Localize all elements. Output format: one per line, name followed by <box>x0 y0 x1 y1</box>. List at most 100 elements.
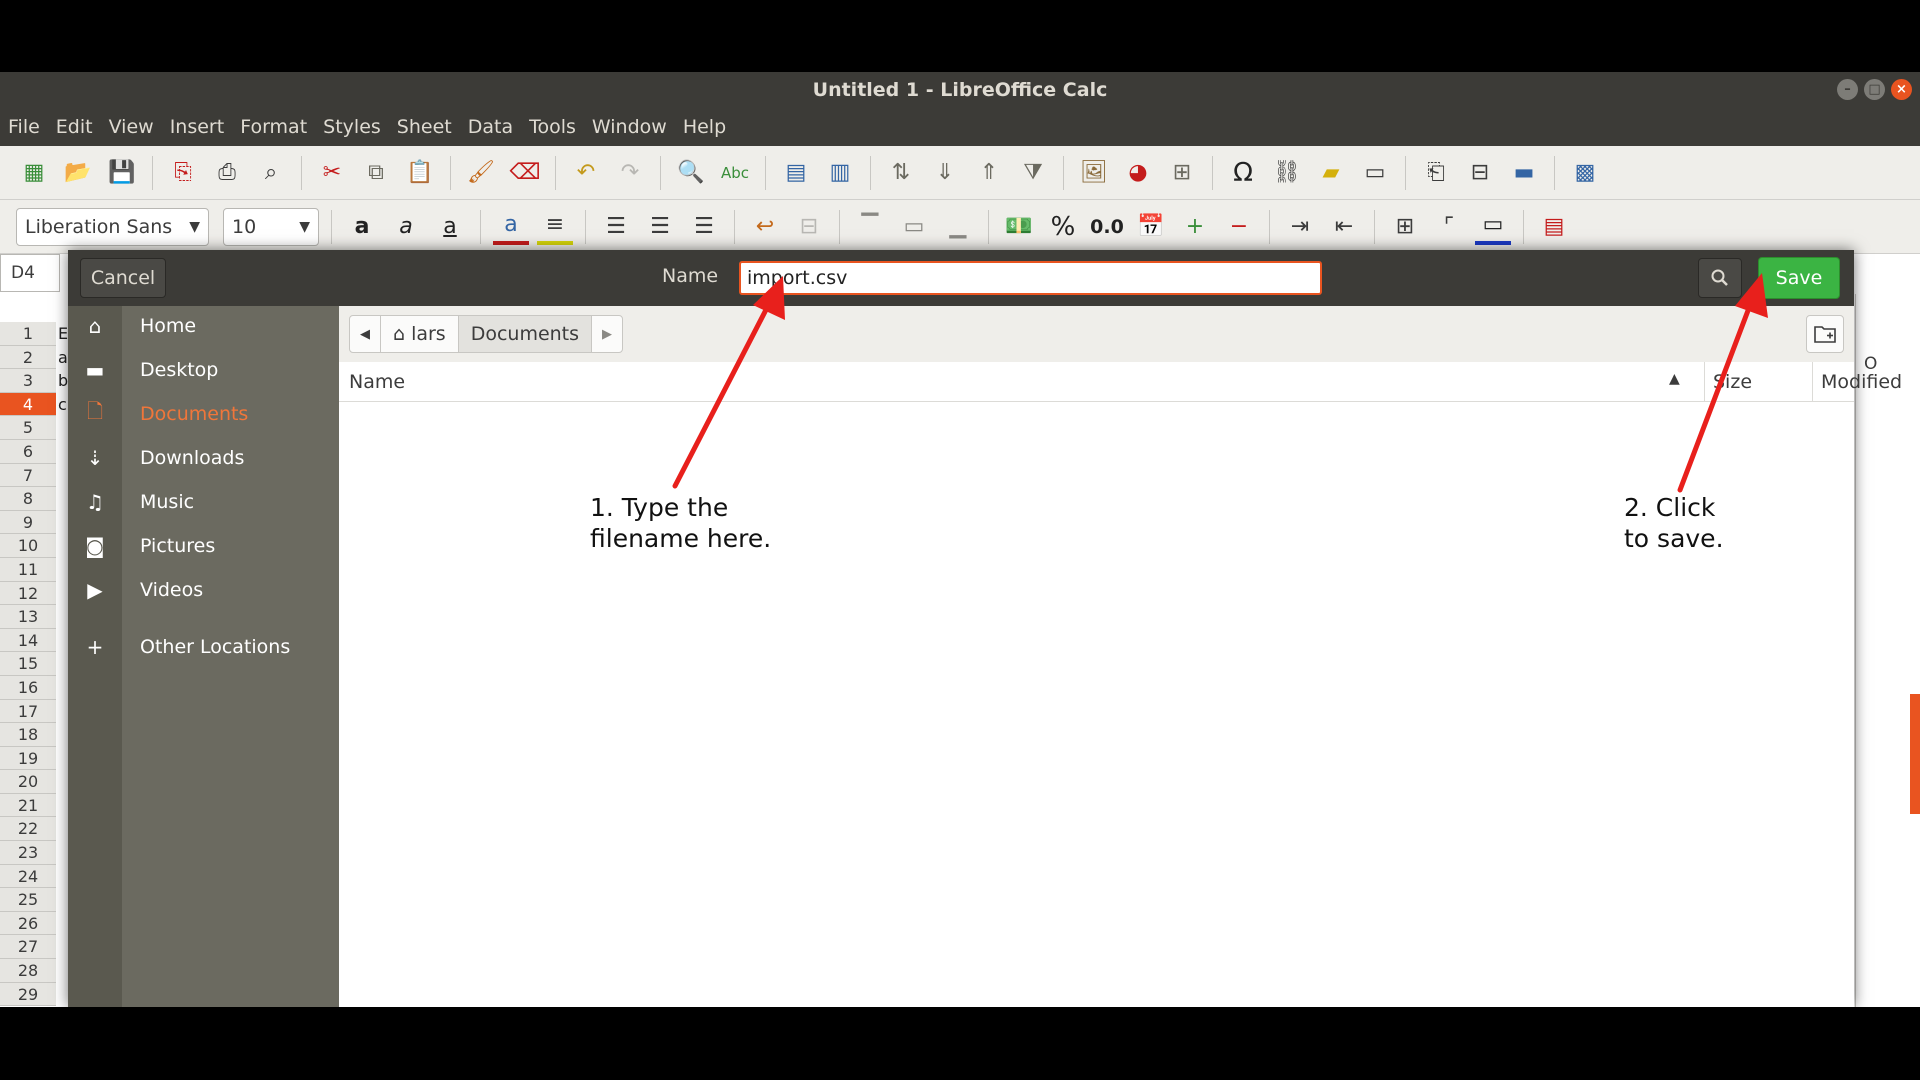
column-icon[interactable]: ▥ <box>822 155 858 191</box>
menu-styles[interactable]: Styles <box>323 116 381 138</box>
conditional-format-icon[interactable]: ▤ <box>1536 209 1572 245</box>
header-footer-icon[interactable]: ▭ <box>1357 155 1393 191</box>
row-header[interactable]: 17 <box>0 699 56 724</box>
date-format-icon[interactable]: 📅 <box>1133 209 1169 245</box>
cut-icon[interactable]: ✂ <box>314 155 350 191</box>
image-icon[interactable]: 🖼 <box>1076 155 1112 191</box>
row-header[interactable]: 19 <box>0 746 56 771</box>
row-header[interactable]: 8 <box>0 487 56 511</box>
row-header[interactable]: 13 <box>0 605 56 629</box>
maximize-button[interactable]: □ <box>1864 79 1885 100</box>
find-replace-icon[interactable]: 🔍 <box>673 155 709 191</box>
row-header[interactable]: 23 <box>0 841 56 865</box>
align-bottom-icon[interactable]: ▁ <box>940 209 976 245</box>
column-name-header[interactable]: Name <box>349 362 1399 402</box>
row-icon[interactable]: ▤ <box>778 155 814 191</box>
redo-icon[interactable]: ↷ <box>612 155 648 191</box>
increase-indent-icon[interactable]: ⇥ <box>1282 209 1318 245</box>
sort-icon[interactable]: ⇅ <box>883 155 919 191</box>
chart-icon[interactable]: ◕ <box>1120 155 1156 191</box>
align-top-icon[interactable]: ▔ <box>852 209 888 245</box>
hyperlink-icon[interactable]: ⛓ <box>1269 155 1305 191</box>
sort-ascending-icon[interactable]: ⇑ <box>971 155 1007 191</box>
show-draw-functions-icon[interactable]: ▩ <box>1567 155 1603 191</box>
save-icon[interactable]: 💾 <box>104 155 140 191</box>
menu-file[interactable]: File <box>8 116 40 138</box>
new-folder-button[interactable] <box>1806 315 1844 353</box>
path-segment-home[interactable]: ⌂ lars <box>381 316 459 352</box>
vertical-scrollbar[interactable] <box>1910 694 1920 814</box>
font-color-icon[interactable]: a <box>493 209 529 245</box>
name-box[interactable]: D4 <box>0 254 60 292</box>
path-segment-documents[interactable]: Documents <box>458 316 593 352</box>
sidebar-item-music[interactable]: ♫ Music <box>68 482 339 522</box>
row-header[interactable]: 18 <box>0 723 56 747</box>
column-size-header[interactable]: Size <box>1704 362 1812 402</box>
split-window-icon[interactable]: ▬ <box>1506 155 1542 191</box>
sidebar-item-videos[interactable]: ▶ Videos <box>68 570 339 610</box>
define-print-area-icon[interactable]: ⎗ <box>1418 155 1454 191</box>
align-right-icon[interactable]: ☰ <box>686 209 722 245</box>
row-header[interactable]: 21 <box>0 793 56 818</box>
row-header[interactable]: 10 <box>0 534 56 558</box>
open-icon[interactable]: 📂 <box>60 155 96 191</box>
new-icon[interactable]: ▦ <box>16 155 52 191</box>
undo-icon[interactable]: ↶ <box>568 155 604 191</box>
column-modified-header[interactable]: Modified <box>1812 362 1920 402</box>
copy-icon[interactable]: ⧉ <box>358 155 394 191</box>
menu-edit[interactable]: Edit <box>56 116 93 138</box>
cell-a4[interactable]: c <box>58 393 68 417</box>
percent-icon[interactable]: % <box>1045 209 1081 245</box>
decrease-indent-icon[interactable]: ⇤ <box>1326 209 1362 245</box>
wrap-text-icon[interactable]: ↩ <box>747 209 783 245</box>
menu-format[interactable]: Format <box>240 116 307 138</box>
sort-descending-icon[interactable]: ⇓ <box>927 155 963 191</box>
sidebar-item-other-locations[interactable]: + Other Locations <box>68 627 339 667</box>
print-preview-icon[interactable]: ⌕ <box>253 155 289 191</box>
highlight-icon[interactable]: ≡ <box>537 209 573 245</box>
row-header[interactable]: 29 <box>0 982 56 1007</box>
menu-help[interactable]: Help <box>683 116 726 138</box>
sidebar-item-desktop[interactable]: ▬ Desktop <box>68 350 339 390</box>
border-style-icon[interactable]: ⌜ <box>1431 209 1467 245</box>
row-header[interactable]: 25 <box>0 888 56 912</box>
minimize-button[interactable]: – <box>1837 79 1858 100</box>
sidebar-item-pictures[interactable]: ◙ Pictures <box>68 526 339 566</box>
save-button[interactable]: Save <box>1758 257 1840 299</box>
clone-formatting-icon[interactable]: 🖌 <box>463 155 499 191</box>
cell-a3[interactable]: b <box>58 369 68 393</box>
add-decimal-icon[interactable]: + <box>1177 209 1213 245</box>
delete-decimal-icon[interactable]: − <box>1221 209 1257 245</box>
close-button[interactable]: × <box>1891 79 1912 100</box>
align-middle-icon[interactable]: ▭ <box>896 209 932 245</box>
currency-icon[interactable]: 💵 <box>1001 209 1037 245</box>
row-header[interactable]: 24 <box>0 864 56 889</box>
decimal-format-icon[interactable]: 0.0 <box>1089 209 1125 245</box>
menu-view[interactable]: View <box>109 116 154 138</box>
filename-input[interactable] <box>739 261 1322 295</box>
cell-a2[interactable]: a <box>58 346 68 370</box>
row-header[interactable]: 3 <box>0 369 56 393</box>
print-icon[interactable]: ⎙ <box>209 155 245 191</box>
sidebar-item-downloads[interactable]: ⇣ Downloads <box>68 438 339 478</box>
freeze-rows-icon[interactable]: ⊟ <box>1462 155 1498 191</box>
bold-icon[interactable]: a <box>344 209 380 245</box>
menu-data[interactable]: Data <box>468 116 513 138</box>
sidebar-item-home[interactable]: ⌂ Home <box>68 306 339 346</box>
comment-icon[interactable]: ▰ <box>1313 155 1349 191</box>
align-center-icon[interactable]: ☰ <box>642 209 678 245</box>
menu-tools[interactable]: Tools <box>529 116 576 138</box>
row-header[interactable]: 4 <box>0 392 56 417</box>
underline-icon[interactable]: a <box>432 209 468 245</box>
row-header[interactable]: 20 <box>0 770 56 794</box>
path-back-button[interactable]: ◀ <box>350 316 381 352</box>
row-header[interactable]: 16 <box>0 675 56 700</box>
row-header[interactable]: 26 <box>0 911 56 936</box>
borders-icon[interactable]: ⊞ <box>1387 209 1423 245</box>
row-header[interactable]: 5 <box>0 416 56 440</box>
row-header[interactable]: 12 <box>0 581 56 606</box>
menu-insert[interactable]: Insert <box>170 116 225 138</box>
row-header[interactable]: 14 <box>0 628 56 653</box>
row-header[interactable]: 7 <box>0 463 56 488</box>
menu-sheet[interactable]: Sheet <box>397 116 452 138</box>
